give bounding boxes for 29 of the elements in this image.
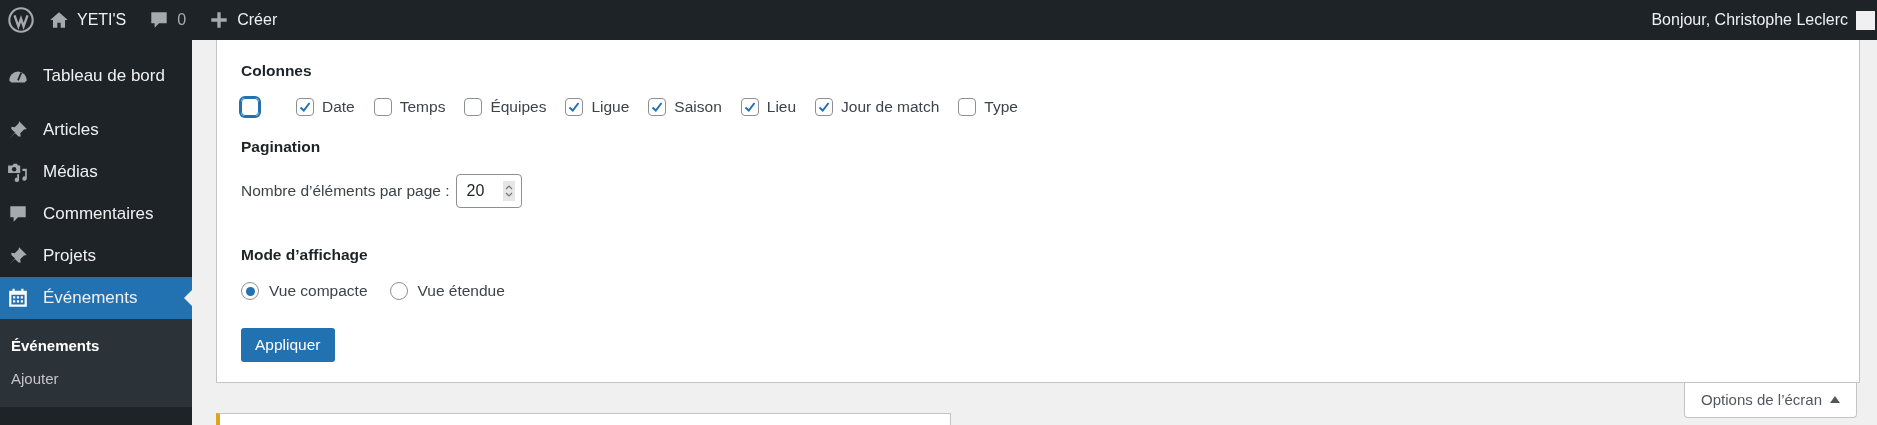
submenu-item[interactable]: Ajouter [0, 362, 192, 395]
sidebar-item[interactable]: Projets [0, 235, 192, 277]
radio-label: Vue étendue [417, 282, 505, 300]
number-field[interactable]: 20 [455, 174, 522, 208]
greeting-link[interactable]: Bonjour, Christophe Leclerc [1651, 11, 1848, 29]
screen-options-toggle[interactable]: Options de l’écran [1684, 383, 1857, 418]
checkbox-label: Saison [674, 98, 722, 116]
checkbox-label: Équipes [490, 98, 547, 116]
apply-button[interactable]: Appliquer [241, 328, 335, 362]
submenu-item[interactable]: Événements [0, 329, 192, 362]
comments-link[interactable]: 0 [148, 9, 187, 31]
field-label: Nombre d’éléments par page : [241, 182, 450, 200]
site-name-link[interactable]: YETI'S [48, 9, 127, 31]
radio-label: Vue compacte [269, 282, 368, 300]
section-heading: Pagination [241, 138, 322, 156]
sidebar-item[interactable]: Médias [0, 151, 192, 193]
checkbox-label: Temps [399, 98, 446, 116]
checkbox-label: Ligue [591, 98, 630, 116]
checkbox-label: Jour de match [841, 98, 940, 116]
section-heading: Mode d’affichage [241, 246, 369, 264]
sidebar-item[interactable]: Événements [0, 277, 192, 319]
checkbox-label: Type [984, 98, 1018, 116]
new-content-link[interactable]: Créer [208, 9, 278, 31]
sidebar-item[interactable]: Tableau de bord [0, 52, 192, 100]
sidebar-item[interactable]: Commentaires [0, 193, 192, 235]
checkbox-label: Lieu [766, 98, 797, 116]
sidebar-item[interactable]: Articles [0, 109, 192, 151]
section-heading: Colonnes [241, 62, 313, 80]
checkbox-label: Date [322, 98, 355, 116]
